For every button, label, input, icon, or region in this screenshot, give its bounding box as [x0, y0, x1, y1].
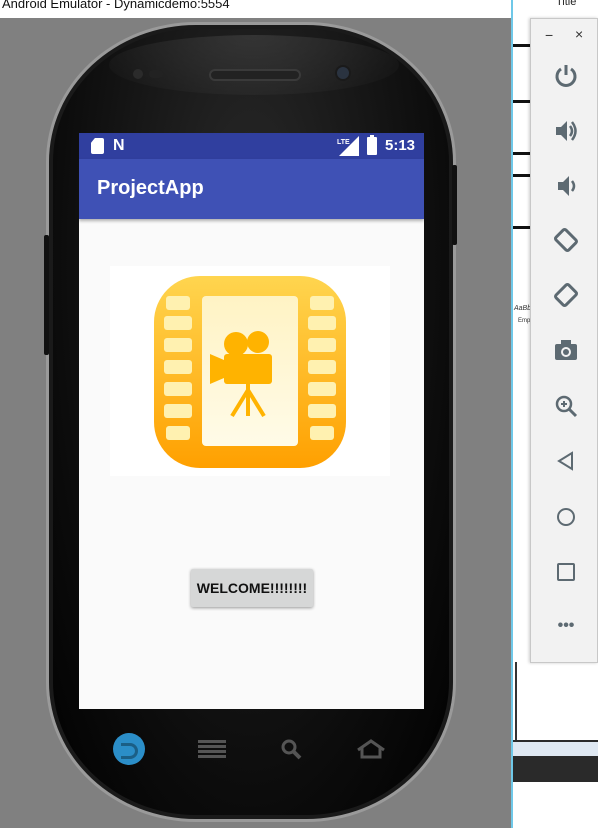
status-bar: N LTE 5:13 [79, 133, 424, 159]
app-logo-image [110, 266, 390, 476]
hardware-back-icon[interactable] [113, 733, 145, 765]
volume-up-button[interactable] [551, 116, 581, 146]
sd-card-icon [91, 138, 104, 154]
phone-screen: N LTE 5:13 ProjectApp WELCOME!!!!!!!! [79, 133, 424, 709]
battery-icon [367, 137, 377, 155]
rotate-right-icon [554, 283, 578, 307]
back-button[interactable] [551, 446, 581, 476]
status-clock: 5:13 [385, 137, 416, 154]
more-icon: ••• [557, 617, 575, 634]
emulator-window-title: Android Emulator - Dynamicdemo:5554 [2, 0, 230, 11]
background-window-title: Title [556, 0, 577, 8]
svg-text:LTE: LTE [337, 139, 350, 146]
rotate-left-button[interactable] [551, 225, 581, 255]
zoom-button[interactable] [551, 391, 581, 421]
app-toolbar: ProjectApp [79, 159, 424, 219]
close-button[interactable]: × [575, 26, 583, 42]
power-icon [555, 65, 577, 87]
proximity-sensor [133, 69, 143, 79]
zoom-icon [555, 395, 578, 418]
emulator-toolbar: − × ••• [530, 18, 598, 663]
camera-icon [555, 340, 577, 360]
emulator-title-bar: Android Emulator - Dynamicdemo:5554 [0, 0, 513, 18]
volume-down-button[interactable] [551, 171, 581, 201]
hardware-search-icon[interactable] [280, 738, 302, 760]
volume-up-icon [556, 121, 577, 141]
lte-signal-icon: LTE [337, 136, 359, 156]
app-title: ProjectApp [97, 177, 204, 199]
front-camera [335, 65, 351, 81]
film-camera-logo-icon [154, 276, 346, 468]
rotate-right-button[interactable] [551, 280, 581, 310]
back-icon [557, 451, 573, 471]
minimize-button[interactable]: − [545, 27, 553, 43]
background-lines [515, 662, 529, 742]
volume-rocker[interactable] [44, 235, 49, 355]
n-notification-icon: N [113, 137, 125, 154]
home-icon [557, 508, 575, 526]
power-side-button[interactable] [452, 165, 457, 245]
screenshot-button[interactable] [551, 335, 581, 365]
hardware-menu-icon[interactable] [198, 740, 226, 758]
overview-icon [557, 563, 575, 581]
home-button[interactable] [551, 502, 581, 532]
volume-down-icon [558, 176, 576, 196]
earpiece-speaker [209, 69, 301, 81]
background-style-label: Emp [518, 318, 531, 324]
phone-sheen [109, 35, 399, 95]
rotate-left-icon [554, 228, 578, 252]
overview-button[interactable] [551, 557, 581, 587]
power-button[interactable] [551, 61, 581, 91]
light-sensor [149, 70, 163, 78]
more-button[interactable]: ••• [551, 611, 581, 641]
welcome-button[interactable]: WELCOME!!!!!!!! [191, 569, 313, 607]
background-style-sample: AaBb [514, 305, 532, 312]
background-taskbar-strip [513, 742, 598, 756]
hardware-home-icon[interactable] [355, 738, 387, 760]
